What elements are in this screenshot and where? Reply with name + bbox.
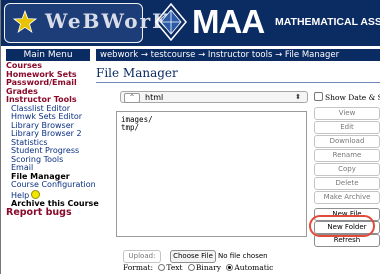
file-list[interactable]: images/ tmp/ [116,111,307,237]
new-folder-highlight-annotation [309,215,375,237]
make-archive-button[interactable]: Make Archive [314,191,380,204]
delete-button[interactable]: Delete [314,177,380,190]
edit-button[interactable]: Edit [314,121,380,134]
format-automatic-label: Automatic [234,263,274,272]
select-arrows-icon: ⬍ [295,93,301,101]
main-menu-title: Main Menu [6,49,90,61]
directory-value: html [145,93,164,102]
menu-item-course-configuration[interactable]: Course Configuration [6,180,116,190]
directory-select[interactable]: ^ html ⬍ [120,91,308,103]
format-text-label: Text [166,263,183,272]
list-item[interactable]: tmp/ [117,124,306,132]
site-header: WeBWorK MAA MATHEMATICAL ASSOCIATION OF … [1,0,380,46]
webwork-logo-text: WeBWorK [45,9,172,33]
copy-button[interactable]: Copy [314,163,380,176]
no-file-chosen-text: No file chosen [218,252,268,260]
help-icon [31,189,41,199]
main-menu: Main Menu Courses Homework Sets Password… [6,49,99,217]
title-divider [96,82,380,83]
page-title: File Manager [96,66,178,80]
list-item[interactable]: images/ [117,116,306,124]
rename-button[interactable]: Rename [314,149,380,162]
upload-format-group: Format: Text Binary Automatic [123,263,273,273]
maa-logo-text: MAA [192,3,265,40]
star-icon [13,10,37,33]
maa-diamond-icon [155,3,187,41]
breadcrumb: webwork → testcourse → Instructor tools … [96,49,380,61]
format-binary-label: Binary [195,263,221,272]
webwork-logo[interactable]: WeBWorK [4,3,170,43]
show-date-size-checkbox[interactable]: Show Date & Size [314,92,380,102]
download-button[interactable]: Download [314,135,380,148]
parent-directory-button[interactable]: ^ [124,93,140,103]
show-date-size-label: Show Date & Size [325,93,380,102]
format-automatic-radio[interactable] [226,264,234,271]
main-menu-list: Courses Homework Sets Password/Email Gra… [6,61,116,218]
checkbox-box[interactable] [314,92,323,101]
menu-item-help[interactable]: Help [6,189,116,200]
upload-button[interactable]: Upload: [123,250,161,263]
format-binary-radio[interactable] [187,264,195,271]
format-text-radio[interactable] [158,264,166,271]
format-label: Format: [123,263,154,272]
report-bugs-link[interactable]: Report bugs [6,208,116,218]
maa-name: MATHEMATICAL ASSOCIATION OF AMERICA [275,16,380,28]
view-button[interactable]: View [314,107,380,120]
choose-file-button[interactable]: Choose File [170,250,216,263]
